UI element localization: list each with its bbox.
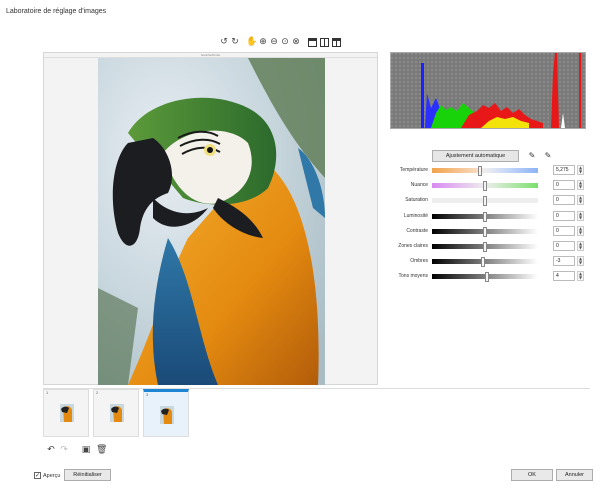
slider-track[interactable] (432, 272, 538, 282)
slider-value-input[interactable]: 0 (553, 241, 575, 251)
split-view-icon[interactable] (320, 37, 329, 47)
slider-value-input[interactable]: 0 (553, 180, 575, 190)
spinner-arrows-icon[interactable]: ▲ ▼ (577, 256, 584, 266)
rotate-right-icon[interactable]: ↻ (230, 37, 240, 47)
spinner-arrows-icon[interactable]: ▲ ▼ (577, 165, 584, 175)
slider-row: Tons moyens 4 ▲ ▼ (388, 271, 588, 282)
thumbnail-image (60, 404, 74, 422)
slider-value-input[interactable]: 0 (553, 211, 575, 221)
slider-label: Saturation (405, 197, 428, 203)
slider-label: Luminosité (403, 213, 428, 219)
slider-row: Saturation 0 ▲ ▼ (388, 195, 588, 206)
zoom-fit-icon[interactable]: ⊙ (280, 37, 290, 47)
slider-thumb[interactable] (483, 242, 487, 252)
slider-value-input[interactable]: 5,275 (553, 165, 575, 175)
slider-label: Tons moyens (398, 273, 428, 279)
window-title: Laboratoire de réglage d'images (6, 8, 107, 15)
cancel-button[interactable]: Annuler (556, 469, 593, 481)
thumbnail-number: 1 (46, 390, 49, 395)
thumbnail-number: 3 (146, 392, 149, 397)
slider-row: Luminosité 0 ▲ ▼ (388, 211, 588, 222)
pan-hand-icon[interactable]: ✋ (246, 37, 257, 47)
slider-thumb[interactable] (485, 272, 490, 282)
auto-adjust-button[interactable]: Ajustement automatique (432, 150, 519, 162)
reset-button[interactable]: Réinitialiser (64, 469, 111, 481)
slider-track[interactable] (432, 212, 538, 222)
preview-image[interactable] (98, 58, 325, 385)
filmstrip: 1 2 3 (43, 388, 590, 437)
slider-track[interactable] (432, 242, 538, 252)
toolbar: ↺ ↻ ✋ ⊕ ⊖ ⊙ ⊗ (219, 36, 344, 48)
slider-value-input[interactable]: -3 (553, 256, 575, 266)
slider-value-input[interactable]: 4 (553, 271, 575, 281)
slider-row: Contraste 0 ▲ ▼ (388, 226, 588, 237)
zoom-in-icon[interactable]: ⊕ (258, 37, 268, 47)
redo-icon[interactable]: ↷ (59, 445, 69, 455)
delete-icon[interactable]: 🗑 (96, 445, 107, 455)
preview-checkbox[interactable]: ✓ (34, 472, 41, 479)
slider-value-input[interactable]: 0 (553, 226, 575, 236)
undo-icon[interactable]: ↶ (46, 445, 56, 455)
slider-label: Nuance (410, 182, 428, 188)
split-view-full-icon[interactable] (332, 37, 341, 47)
snapshot-icon[interactable]: ▣ (81, 445, 91, 455)
slider-row: Nuance 0 ▲ ▼ (388, 180, 588, 191)
spinner-arrows-icon[interactable]: ▲ ▼ (577, 241, 584, 251)
thumbnail-number: 2 (96, 390, 99, 395)
slider-label: Zones claires (398, 243, 428, 249)
slider-track[interactable] (432, 166, 538, 176)
slider-thumb[interactable] (483, 181, 487, 191)
spinner-arrows-icon[interactable]: ▲ ▼ (577, 211, 584, 221)
zoom-out-icon[interactable]: ⊖ (269, 37, 279, 47)
rotate-left-icon[interactable]: ↺ (219, 37, 229, 47)
eyedropper-icon[interactable]: ✎ (526, 150, 538, 162)
slider-row: Ombres -3 ▲ ▼ (388, 256, 588, 267)
slider-track[interactable] (432, 181, 538, 191)
slider-value-input[interactable]: 0 (553, 195, 575, 205)
slider-thumb[interactable] (483, 212, 487, 222)
snapshot-thumbnail-selected[interactable]: 3 (143, 389, 189, 437)
spinner-arrows-icon[interactable]: ▲ ▼ (577, 271, 584, 281)
slider-label: Contraste (406, 228, 428, 234)
snapshot-thumbnail[interactable]: 2 (93, 389, 139, 437)
spinner-arrows-icon[interactable]: ▲ ▼ (577, 180, 584, 190)
ok-button[interactable]: OK (511, 469, 553, 481)
single-view-icon[interactable] (308, 37, 317, 47)
slider-thumb[interactable] (483, 227, 487, 237)
slider-row: Zones claires 0 ▲ ▼ (388, 241, 588, 252)
slider-label: Ombres (410, 258, 428, 264)
slider-thumb[interactable] (477, 166, 482, 176)
preview-toggle[interactable]: ✓ Aperçu (34, 472, 60, 479)
slider-track[interactable] (432, 257, 538, 267)
slider-track[interactable] (432, 227, 538, 237)
preview-checkbox-label: Aperçu (43, 472, 61, 479)
thumbnail-image (110, 404, 124, 422)
slider-row: Température 5,275 ▲ ▼ (388, 165, 588, 176)
slider-thumb[interactable] (481, 257, 486, 267)
preview-pane[interactable]: Gauche/Droite (43, 52, 378, 385)
zoom-actual-icon[interactable]: ⊗ (291, 37, 301, 47)
slider-track[interactable] (432, 196, 538, 206)
snapshot-thumbnail[interactable]: 1 (43, 389, 89, 437)
spinner-arrows-icon[interactable]: ▲ ▼ (577, 195, 584, 205)
eyedropper-plus-icon[interactable]: ✎ (542, 150, 554, 162)
spinner-arrows-icon[interactable]: ▲ ▼ (577, 226, 584, 236)
slider-label: Température (399, 167, 428, 173)
histogram (390, 52, 586, 129)
slider-thumb[interactable] (483, 196, 487, 206)
thumbnail-image (160, 406, 174, 424)
